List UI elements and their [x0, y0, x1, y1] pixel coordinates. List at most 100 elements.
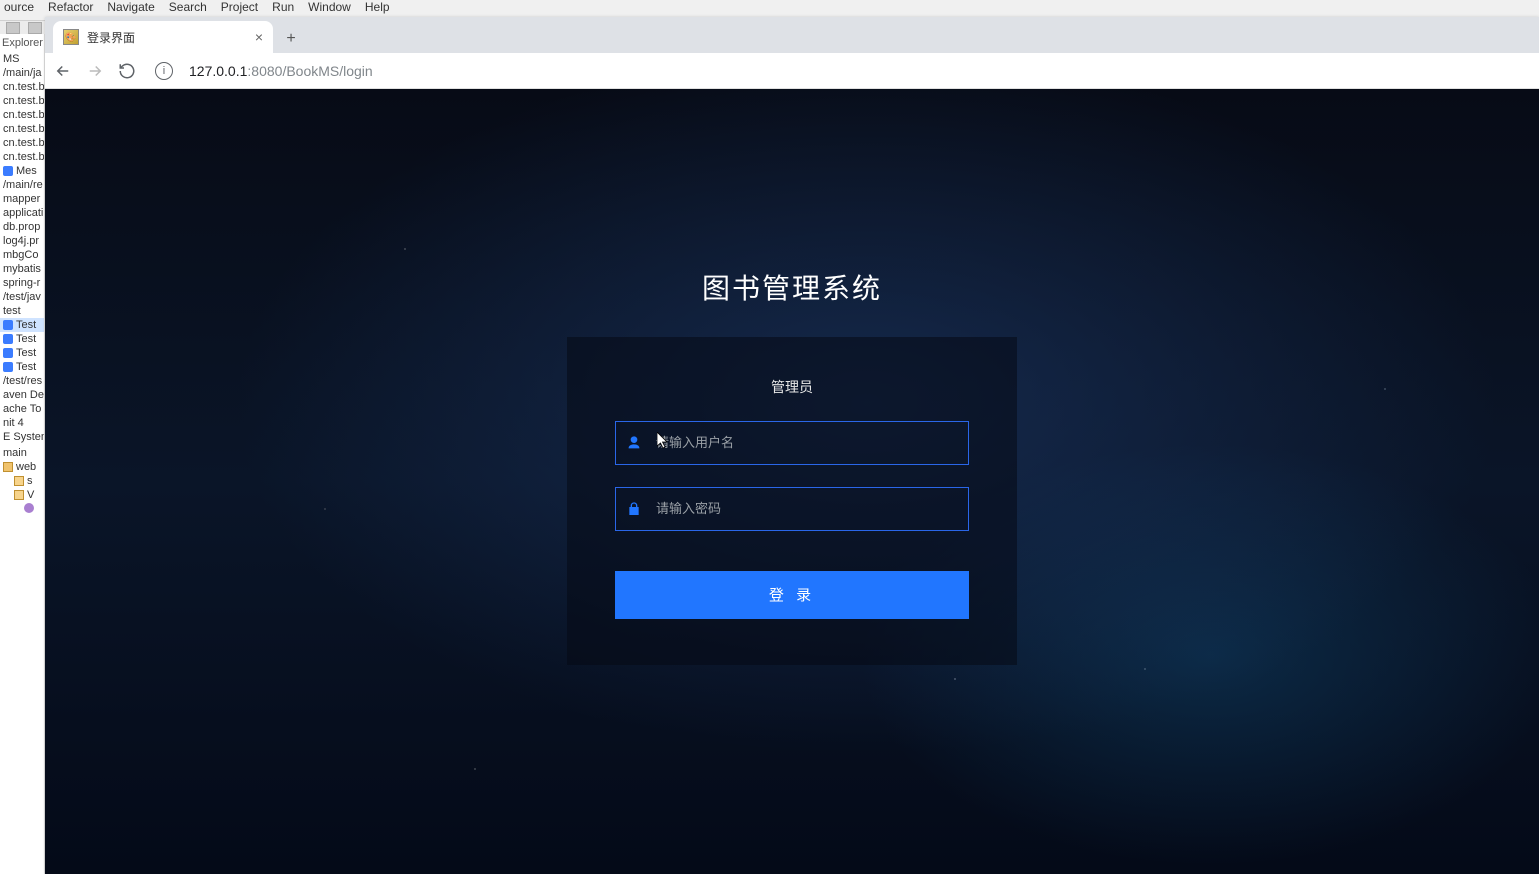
explorer-item-label: /test/res: [3, 375, 42, 387]
reload-button[interactable]: [117, 61, 137, 81]
file-icon: [24, 503, 34, 513]
login-form: 管理员 登 录: [567, 337, 1017, 665]
explorer-tree[interactable]: MS/main/jacn.test.bcn.test.bcn.test.bcn.…: [0, 52, 44, 514]
explorer-item[interactable]: /test/jav: [0, 290, 44, 304]
address-bar: i 127.0.0.1:8080/BookMS/login: [45, 53, 1539, 89]
explorer-item[interactable]: Test: [0, 360, 44, 374]
close-icon[interactable]: ×: [255, 29, 263, 45]
explorer-item[interactable]: cn.test.b: [0, 80, 44, 94]
explorer-item[interactable]: cn.test.b: [0, 108, 44, 122]
explorer-item-label: Test: [16, 333, 36, 345]
explorer-item[interactable]: spring-r: [0, 276, 44, 290]
login-button[interactable]: 登 录: [615, 571, 969, 619]
menu-item[interactable]: Navigate: [107, 0, 154, 14]
explorer-item[interactable]: cn.test.b: [0, 94, 44, 108]
url-path: /BookMS/login: [282, 63, 372, 79]
new-tab-button[interactable]: +: [277, 25, 305, 53]
ide-explorer-panel: Explorer MS/main/jacn.test.bcn.test.bcn.…: [0, 34, 45, 874]
url-text[interactable]: 127.0.0.1:8080/BookMS/login: [189, 63, 373, 79]
explorer-item-label: web: [16, 461, 36, 473]
explorer-item-label: cn.test.b: [3, 123, 45, 135]
explorer-item-label: ache To: [3, 403, 41, 415]
explorer-item[interactable]: mapper: [0, 192, 44, 206]
explorer-item[interactable]: mybatis: [0, 262, 44, 276]
site-info-icon[interactable]: i: [155, 62, 173, 80]
explorer-item-label: nit 4: [3, 417, 24, 429]
page-content: 图书管理系统 管理员 登 录: [45, 89, 1539, 874]
role-label: 管理员: [615, 377, 969, 397]
explorer-item-label: Mes: [16, 165, 37, 177]
explorer-item[interactable]: cn.test.b: [0, 122, 44, 136]
explorer-item[interactable]: s: [0, 474, 44, 488]
back-button[interactable]: [53, 61, 73, 81]
explorer-item-label: Test: [16, 361, 36, 373]
explorer-item[interactable]: log4j.pr: [0, 234, 44, 248]
explorer-item-label: s: [27, 475, 33, 487]
explorer-item-label: applicati: [3, 207, 43, 219]
menu-item[interactable]: ource: [4, 0, 34, 14]
explorer-item[interactable]: [0, 502, 44, 514]
explorer-item[interactable]: web: [0, 460, 44, 474]
explorer-item[interactable]: Mes: [0, 164, 44, 178]
explorer-item-label: Test: [16, 347, 36, 359]
explorer-item-label: V: [27, 489, 34, 501]
file-icon: [3, 166, 13, 176]
explorer-item[interactable]: E System: [0, 430, 44, 444]
favicon-icon: 🎨: [63, 29, 79, 45]
explorer-item[interactable]: test: [0, 304, 44, 318]
explorer-item[interactable]: aven De: [0, 388, 44, 402]
explorer-item-label: cn.test.b: [3, 137, 45, 149]
menu-item[interactable]: Run: [272, 0, 294, 14]
file-icon: [14, 490, 24, 500]
explorer-item[interactable]: Test: [0, 318, 44, 332]
explorer-item[interactable]: /main/ja: [0, 66, 44, 80]
explorer-item-label: mapper: [3, 193, 40, 205]
file-icon: [3, 462, 13, 472]
explorer-item-label: /test/jav: [3, 291, 41, 303]
explorer-item[interactable]: applicati: [0, 206, 44, 220]
explorer-item[interactable]: Test: [0, 346, 44, 360]
explorer-item[interactable]: /main/re: [0, 178, 44, 192]
url-host: 127.0.0.1: [189, 63, 247, 79]
file-icon: [14, 476, 24, 486]
explorer-item-label: cn.test.b: [3, 151, 45, 163]
browser-tab[interactable]: 🎨 登录界面 ×: [53, 21, 273, 53]
password-input[interactable]: [615, 487, 969, 531]
explorer-item-label: cn.test.b: [3, 81, 45, 93]
explorer-item-label: cn.test.b: [3, 95, 45, 107]
file-icon: [3, 334, 13, 344]
explorer-item[interactable]: ache To: [0, 402, 44, 416]
explorer-item-label: log4j.pr: [3, 235, 39, 247]
explorer-item-label: aven De: [3, 389, 44, 401]
lock-icon: [626, 501, 642, 517]
menu-item[interactable]: Project: [221, 0, 258, 14]
explorer-item-label: mybatis: [3, 263, 41, 275]
explorer-item[interactable]: main: [0, 446, 44, 460]
toolstrip-icon[interactable]: [28, 22, 42, 34]
explorer-item[interactable]: db.prop: [0, 220, 44, 234]
explorer-item-label: /main/re: [3, 179, 43, 191]
toolstrip-icon[interactable]: [6, 22, 20, 34]
explorer-item-label: cn.test.b: [3, 109, 45, 121]
explorer-item-label: main: [3, 447, 27, 459]
explorer-item[interactable]: /test/res: [0, 374, 44, 388]
password-field-wrap: [615, 487, 969, 531]
explorer-item[interactable]: mbgCo: [0, 248, 44, 262]
explorer-item-label: test: [3, 305, 21, 317]
explorer-item-label: E System: [3, 431, 45, 443]
explorer-item-label: Test: [16, 319, 36, 331]
menu-item[interactable]: Help: [365, 0, 390, 14]
menu-item[interactable]: Search: [169, 0, 207, 14]
username-input[interactable]: [615, 421, 969, 465]
login-wrap: 图书管理系统 管理员 登 录: [567, 267, 1017, 665]
forward-button[interactable]: [85, 61, 105, 81]
menu-item[interactable]: Window: [308, 0, 351, 14]
menu-item[interactable]: Refactor: [48, 0, 93, 14]
explorer-item-label: db.prop: [3, 221, 40, 233]
explorer-item[interactable]: Test: [0, 332, 44, 346]
explorer-item[interactable]: V: [0, 488, 44, 502]
explorer-item[interactable]: MS: [0, 52, 44, 66]
explorer-item[interactable]: nit 4: [0, 416, 44, 430]
explorer-item[interactable]: cn.test.b: [0, 136, 44, 150]
explorer-item[interactable]: cn.test.b: [0, 150, 44, 164]
